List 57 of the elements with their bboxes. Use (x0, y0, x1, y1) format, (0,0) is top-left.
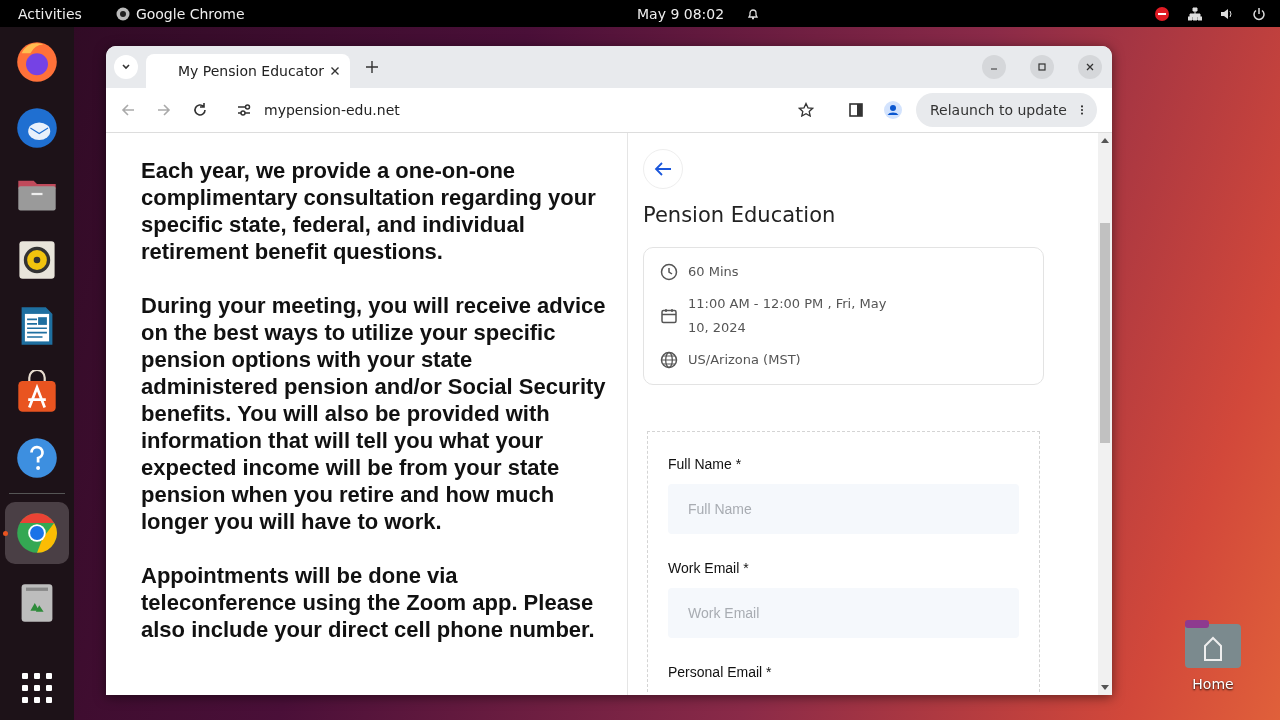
site-settings-icon[interactable] (236, 102, 252, 118)
globe-icon (660, 351, 678, 369)
scroll-up-icon[interactable] (1101, 137, 1109, 143)
browser-tab[interactable]: My Pension Educator (146, 54, 350, 88)
home-folder-icon[interactable] (1185, 620, 1241, 668)
tab-title: My Pension Educator (178, 63, 325, 79)
running-indicator (3, 531, 8, 536)
side-panel-icon[interactable] (848, 102, 864, 118)
relaunch-button[interactable]: Relaunch to update (916, 93, 1097, 127)
maximize-icon (1037, 62, 1047, 72)
maximize-button[interactable] (1030, 55, 1054, 79)
clock[interactable]: May 9 08:02 (637, 5, 725, 22)
volume-icon[interactable] (1220, 6, 1234, 21)
chevron-down-icon (121, 62, 131, 72)
profile-icon[interactable] (884, 101, 902, 119)
activities-button[interactable]: Activities (18, 5, 82, 22)
do-not-disturb-icon[interactable] (1154, 5, 1170, 22)
thunderbird-icon[interactable] (15, 106, 59, 150)
back-button[interactable] (643, 149, 683, 189)
bookmark-star-icon[interactable] (798, 102, 814, 118)
paragraph: Appointments will be done via teleconference using the Zoom app. Please also include your direct cell phone number. (141, 562, 596, 643)
firefox-icon[interactable] (15, 40, 59, 84)
home-label[interactable]: Home (1192, 676, 1234, 692)
help-icon[interactable] (15, 436, 59, 480)
detail-text: US/Arizona (MST) (688, 351, 801, 369)
paragraph: During your meeting, you will receive advice on the best ways to utilize your specific pension options with your state administered pension and/or Social Security benefits. You will also be provided with information that will tell you what your expected income will be from your state pension when you retire and how much longer you will have to work. (141, 292, 607, 535)
shopping-bag-icon[interactable] (15, 370, 59, 414)
detail-text: 60 Mins (688, 263, 739, 281)
dock-item-highlight[interactable] (5, 502, 69, 564)
paragraph: Each year, we provide a one-on-one complimentary consultation regarding your specific state, federal, and individual retirement benefit questions. (141, 157, 597, 265)
chrome-icon[interactable] (15, 511, 59, 555)
field-label: Work Email * (668, 560, 750, 576)
bell-icon (746, 6, 761, 21)
app-name[interactable]: Google Chrome (135, 5, 245, 22)
app-grid-icon[interactable] (21, 672, 53, 704)
url-text: mypension-edu.net (264, 102, 400, 118)
close-icon (1085, 62, 1095, 72)
field-label: Full Name * (668, 456, 743, 472)
reload-icon[interactable] (192, 102, 208, 118)
input-field[interactable]: Full Name (668, 484, 1019, 534)
input-field[interactable]: Work Email (668, 588, 1019, 638)
new-tab-icon[interactable] (366, 61, 378, 73)
scrollbar[interactable] (1098, 133, 1112, 695)
tab-search-button[interactable] (114, 55, 138, 79)
close-icon[interactable] (330, 66, 340, 76)
network-icon[interactable] (1188, 6, 1202, 21)
page-title: Pension Education (643, 203, 836, 227)
power-icon[interactable] (1252, 6, 1266, 21)
chrome-icon (115, 6, 130, 21)
calendar-icon (660, 307, 678, 325)
scroll-down-icon[interactable] (1101, 685, 1109, 691)
field-label: Personal Email * (668, 664, 773, 680)
close-button[interactable] (1078, 55, 1102, 79)
address-bar[interactable]: mypension-edu.net (224, 93, 828, 127)
clock-icon (660, 263, 678, 281)
detail-text: 11:00 AM - 12:00 PM , Fri, May 10, 2024 (688, 295, 888, 337)
back-arrow-icon (654, 160, 672, 178)
